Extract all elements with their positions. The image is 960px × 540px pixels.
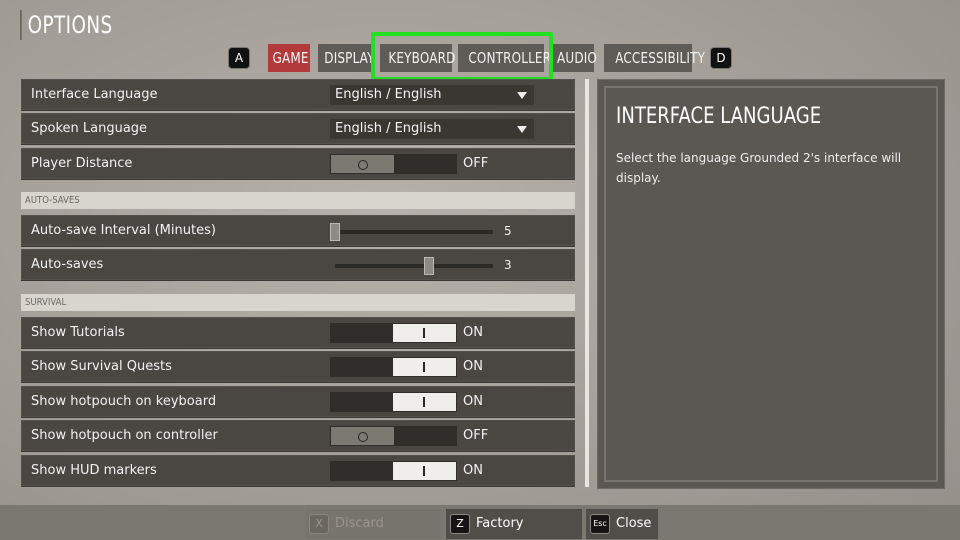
tab-display[interactable]: DISPLAY — [318, 44, 374, 72]
slider-thumb[interactable] — [424, 257, 434, 275]
setting-label: Show Survival Quests — [31, 359, 172, 374]
tab-game[interactable]: GAME — [268, 44, 310, 72]
show-tutorials-toggle[interactable] — [330, 323, 457, 343]
row-hotpouch-keyboard[interactable]: Show hotpouch on keyboard ON — [21, 386, 575, 418]
toggle-knob — [393, 324, 456, 342]
setting-label: Show hotpouch on controller — [31, 428, 218, 443]
spoken-language-dropdown[interactable]: English / English — [330, 119, 534, 139]
next-tab-key[interactable]: D — [710, 47, 732, 69]
show-hud-markers-toggle[interactable] — [330, 461, 457, 481]
toggle-knob — [331, 427, 394, 445]
discard-changes-button[interactable]: X Discard Changes — [305, 509, 441, 539]
toggle-knob — [331, 155, 394, 173]
tab-bar: A GAME DISPLAY KEYBOARD CONTROLLER AUDIO… — [0, 44, 960, 74]
toggle-knob — [393, 393, 456, 411]
row-spoken-language[interactable]: Spoken Language English / English — [21, 113, 575, 145]
toggle-state: ON — [463, 325, 483, 340]
toggle-state: OFF — [463, 156, 489, 171]
section-header-autosaves: AUTO-SAVES — [21, 192, 575, 209]
prev-tab-key[interactable]: A — [228, 47, 250, 69]
toggle-state: ON — [463, 359, 483, 374]
row-show-hud-markers[interactable]: Show HUD markers ON — [21, 455, 575, 487]
toggle-state: ON — [463, 463, 483, 478]
row-player-distance[interactable]: Player Distance OFF — [21, 148, 575, 180]
row-autosave-interval[interactable]: Auto-save Interval (Minutes) 5 — [21, 215, 575, 247]
interface-language-dropdown[interactable]: English / English — [330, 85, 534, 105]
close-button[interactable]: Esc Close — [586, 509, 658, 539]
setting-label: Show HUD markers — [31, 463, 157, 478]
setting-label: Player Distance — [31, 156, 133, 171]
slider-value: 5 — [504, 224, 512, 238]
button-label: Close — [616, 516, 652, 531]
player-distance-toggle[interactable] — [330, 154, 457, 174]
setting-label: Show Tutorials — [31, 325, 125, 340]
row-show-survival-quests[interactable]: Show Survival Quests ON — [21, 351, 575, 383]
factory-defaults-button[interactable]: Z Factory Defaults — [446, 509, 582, 539]
info-panel-description: Select the language Grounded 2's interfa… — [616, 151, 902, 185]
caret-down-icon — [517, 92, 527, 99]
row-interface-language[interactable]: Interface Language English / English — [21, 79, 575, 111]
setting-label: Auto-save Interval (Minutes) — [31, 223, 216, 238]
button-label: Factory Defaults — [476, 516, 524, 531]
key-x-icon: X — [309, 514, 329, 534]
tab-accessibility[interactable]: ACCESSIBILITY — [604, 44, 705, 72]
button-label: Discard Changes — [335, 516, 384, 531]
hotpouch-controller-toggle[interactable] — [330, 426, 457, 446]
autosave-interval-slider[interactable] — [335, 230, 493, 234]
caret-down-icon — [517, 126, 527, 133]
setting-label: Auto-saves — [31, 257, 104, 272]
slider-value: 3 — [504, 258, 512, 272]
key-esc-icon: Esc — [590, 514, 610, 534]
tab-controller[interactable]: CONTROLLER — [458, 44, 551, 72]
toggle-state: OFF — [463, 428, 489, 443]
row-show-tutorials[interactable]: Show Tutorials ON — [21, 317, 575, 349]
show-survival-quests-toggle[interactable] — [330, 357, 457, 377]
toggle-state: ON — [463, 394, 483, 409]
hotpouch-keyboard-toggle[interactable] — [330, 392, 457, 412]
setting-label: Interface Language — [31, 87, 158, 102]
dropdown-value: English / English — [335, 121, 442, 136]
setting-label: Spoken Language — [31, 121, 148, 136]
slider-thumb[interactable] — [330, 223, 340, 241]
info-panel-title: INTERFACE LANGUAGE — [616, 104, 822, 129]
row-autosaves[interactable]: Auto-saves 3 — [21, 249, 575, 281]
info-panel: INTERFACE LANGUAGE Select the language G… — [597, 79, 945, 489]
toggle-knob — [393, 358, 456, 376]
footer-bar: X Discard Changes Z Factory Defaults Esc… — [0, 505, 960, 540]
section-header-survival: SURVIVAL — [21, 294, 575, 311]
tab-audio[interactable]: AUDIO — [552, 44, 597, 72]
settings-scrollbar[interactable] — [585, 79, 589, 487]
dropdown-value: English / English — [335, 87, 442, 102]
info-panel-frame: INTERFACE LANGUAGE Select the language G… — [604, 86, 938, 482]
row-hotpouch-controller[interactable]: Show hotpouch on controller OFF — [21, 420, 575, 452]
autosaves-slider[interactable] — [335, 264, 493, 268]
tab-keyboard[interactable]: KEYBOARD — [380, 44, 455, 72]
setting-label: Show hotpouch on keyboard — [31, 394, 217, 409]
page-title: OPTIONS — [20, 10, 113, 40]
toggle-knob — [393, 462, 456, 480]
key-z-icon: Z — [450, 514, 470, 534]
